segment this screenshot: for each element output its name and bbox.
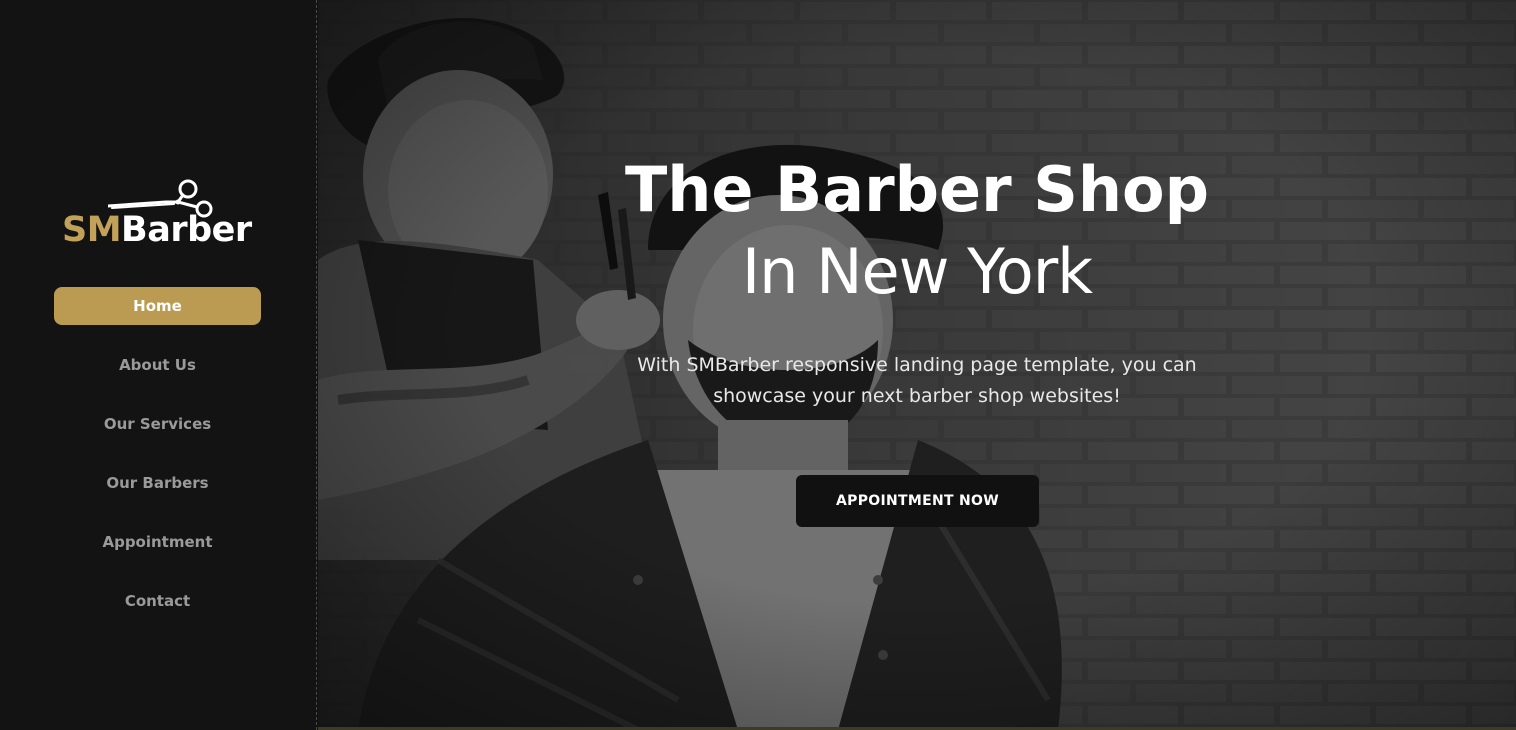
sidebar-item-our-services[interactable]: Our Services xyxy=(54,405,261,443)
sidebar-item-about-us[interactable]: About Us xyxy=(54,346,261,384)
logo-text-suffix: Barber xyxy=(121,210,252,250)
logo-text-prefix: SM xyxy=(62,210,122,250)
page: SMBarber Home About Us Our Services Our … xyxy=(0,0,1516,730)
hero-description: With SMBarber responsive landing page te… xyxy=(637,354,1197,407)
sidebar-item-home[interactable]: Home xyxy=(54,287,261,325)
sidebar-item-our-barbers[interactable]: Our Barbers xyxy=(54,464,261,502)
logo-text: SMBarber xyxy=(62,210,252,250)
hero-subtitle: In New York xyxy=(741,235,1093,308)
sidebar-item-contact[interactable]: Contact xyxy=(54,582,261,620)
appointment-now-button[interactable]: APPOINTMENT NOW xyxy=(796,475,1039,527)
sidebar-nav: Home About Us Our Services Our Barbers A… xyxy=(54,287,261,641)
hero-section: The Barber Shop In New York With SMBarbe… xyxy=(318,0,1516,730)
hero-title: The Barber Shop xyxy=(624,153,1210,226)
sidebar: SMBarber Home About Us Our Services Our … xyxy=(0,0,317,730)
sidebar-item-appointment[interactable]: Appointment xyxy=(54,523,261,561)
logo[interactable]: SMBarber xyxy=(60,176,260,252)
